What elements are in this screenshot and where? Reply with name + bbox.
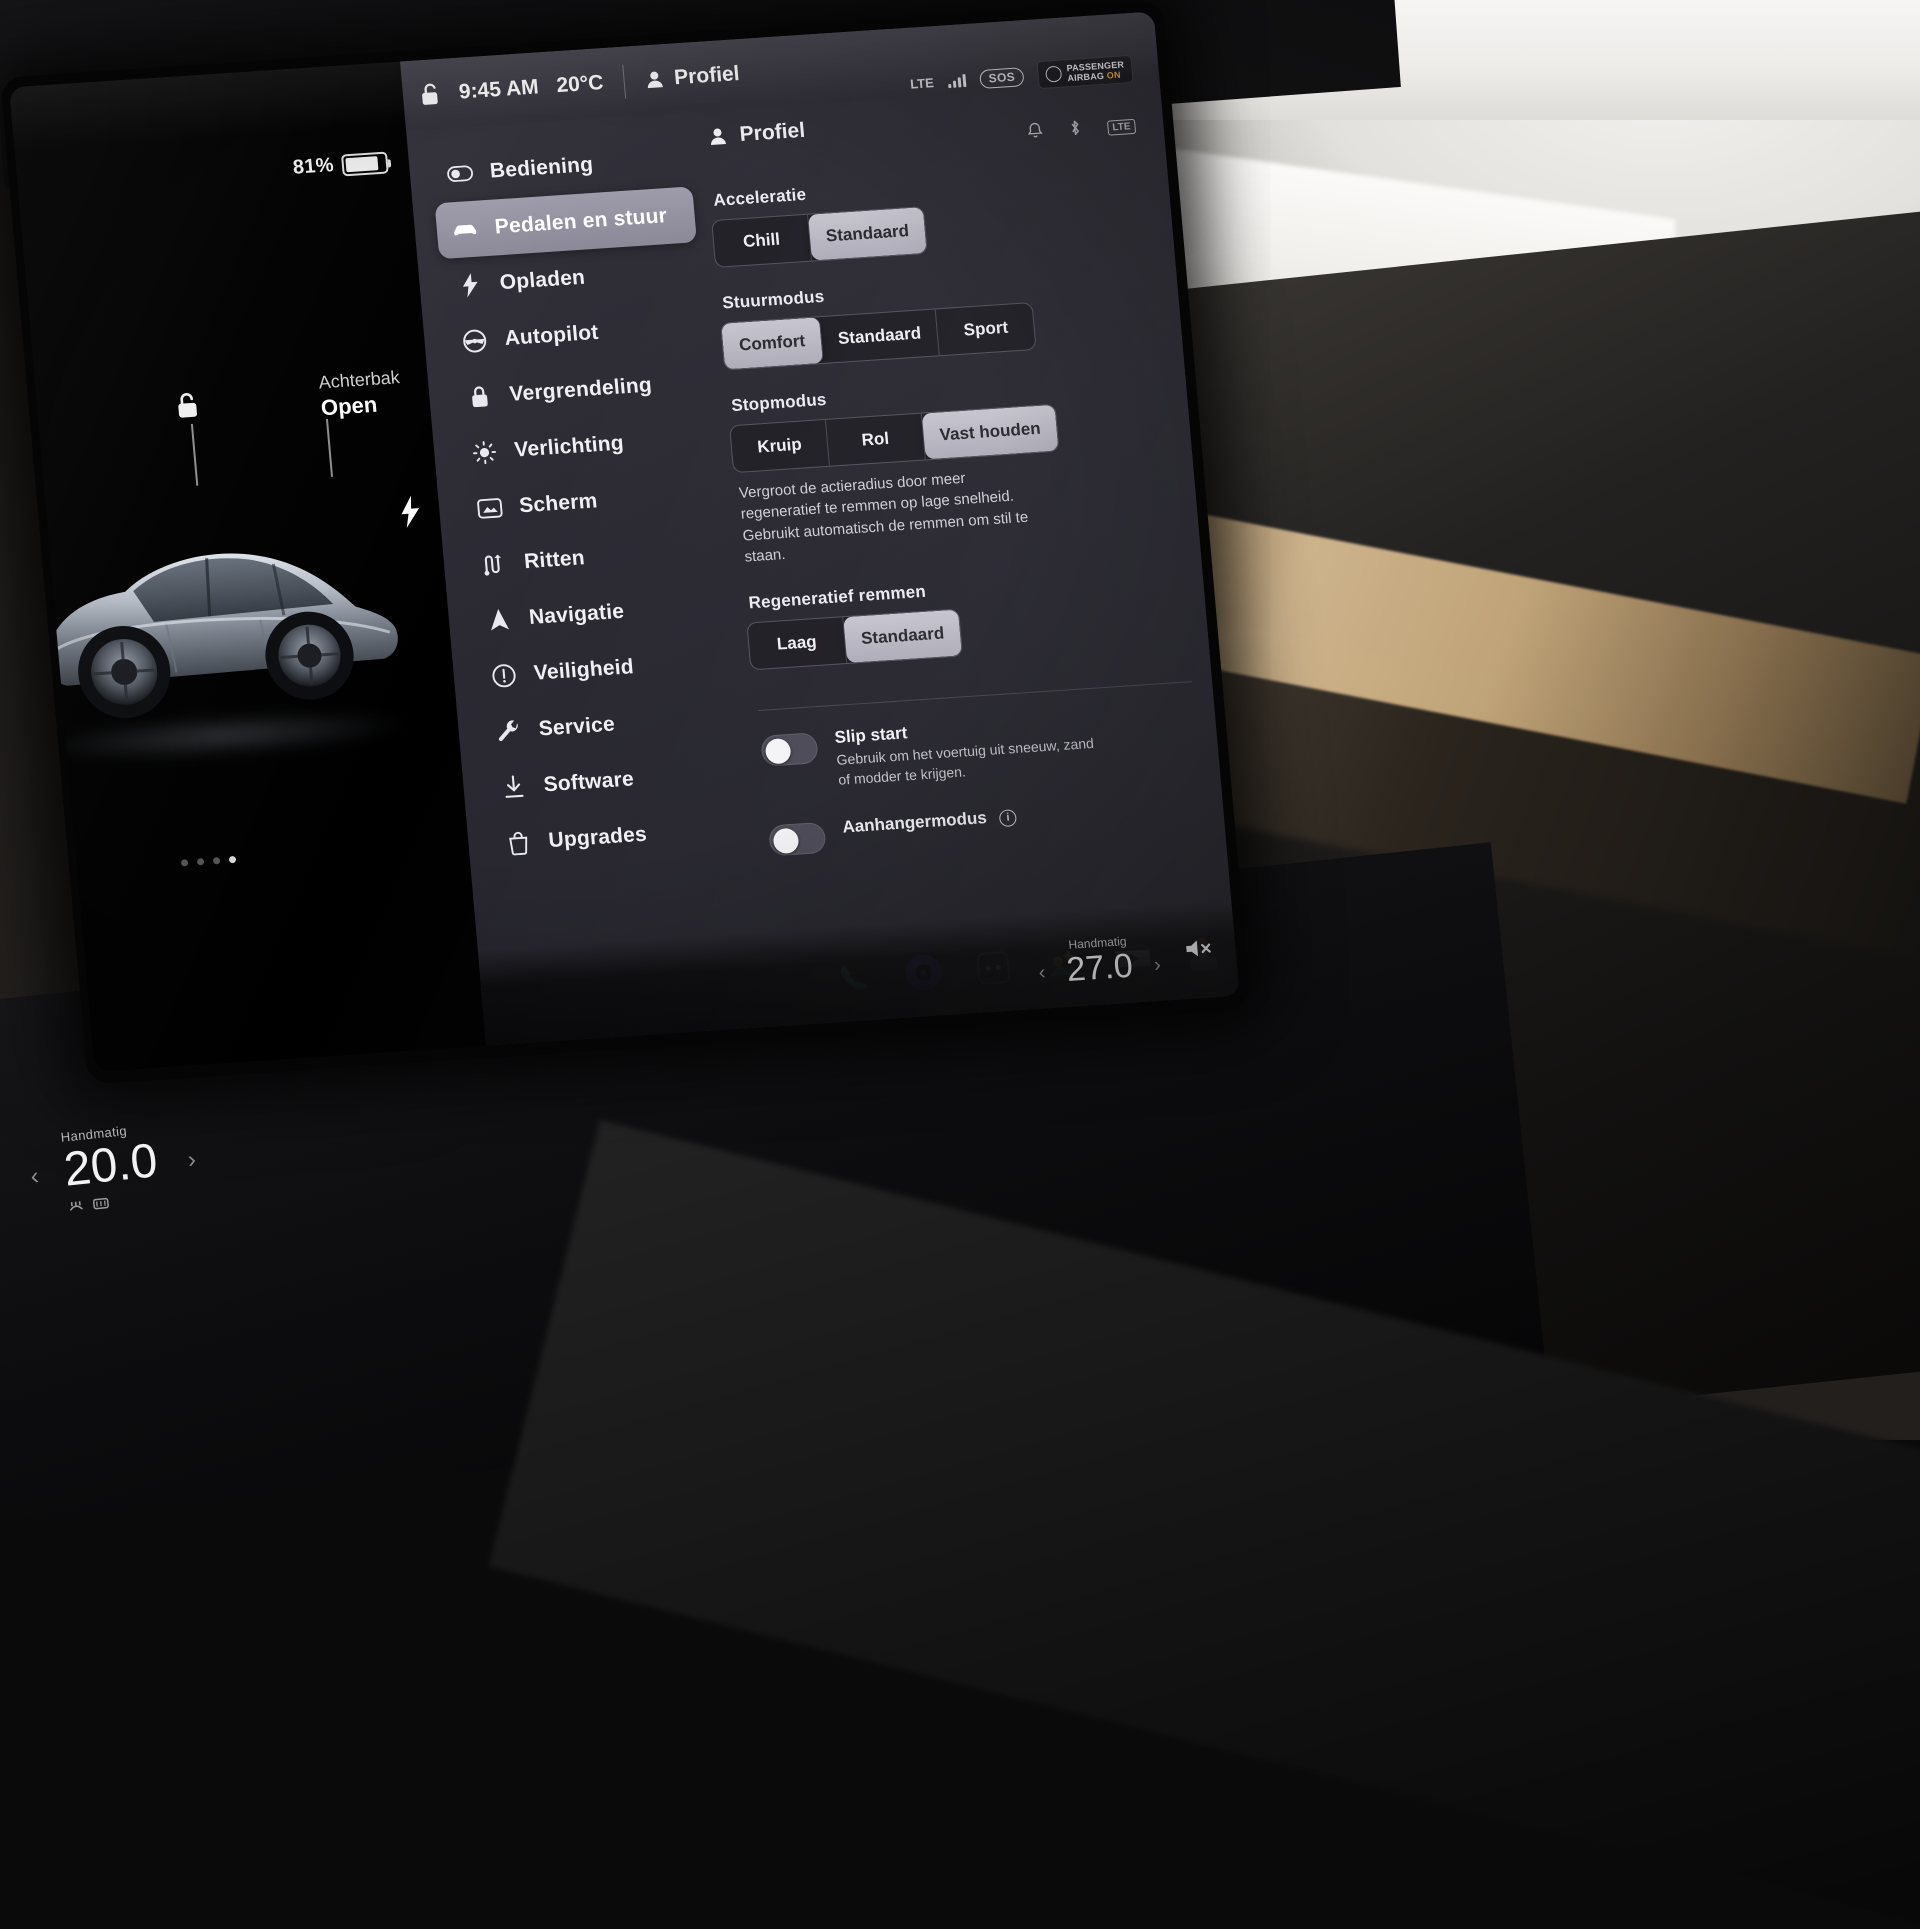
defrost-icon xyxy=(67,1199,84,1214)
person-icon xyxy=(707,126,729,147)
trunk-state: Open xyxy=(320,392,378,422)
tesla-touchscreen[interactable]: 81% Achterbak Open xyxy=(0,1,1251,1084)
segment-standaard[interactable]: Standaard xyxy=(820,309,940,363)
sos-button[interactable]: SOS xyxy=(979,67,1025,89)
climate-left-temperature: 20.0 xyxy=(62,1137,160,1195)
sidebar-label: Navigatie xyxy=(528,600,625,630)
climate-left[interactable]: Handmatig 20.0 ‹ › xyxy=(60,1120,162,1213)
aanhangermodus-label: Aanhangermodus i xyxy=(842,806,1018,837)
sidebar-label: Scherm xyxy=(518,489,598,518)
car-icon xyxy=(450,221,479,239)
battery-percent-label: 81% xyxy=(292,154,335,180)
rear-defrost-icon xyxy=(92,1196,109,1211)
page-dot[interactable] xyxy=(181,859,189,866)
trips-icon xyxy=(479,551,509,577)
section-label-stopmodus: Stopmodus xyxy=(727,367,1171,416)
toggle-knob xyxy=(765,738,792,765)
climate-right-temperature: 27.0 xyxy=(1065,949,1134,987)
stopmodus-description: Vergroot de actieradius door meer regene… xyxy=(738,463,1045,568)
segment-comfort[interactable]: Comfort xyxy=(721,317,824,369)
segment-rol[interactable]: Rol xyxy=(826,414,926,466)
segmented-control-stuurmodus[interactable]: Comfort Standaard Sport xyxy=(720,302,1037,371)
section-label-acceleratie: Acceleratie xyxy=(709,162,1153,211)
airbag-status: ON xyxy=(1106,70,1121,81)
sidebar-label: Autopilot xyxy=(504,321,600,351)
battery-icon xyxy=(341,151,389,176)
status-divider xyxy=(622,65,626,99)
sidebar-label: Veiligheid xyxy=(533,655,635,686)
content-title-label: Profiel xyxy=(739,119,806,147)
steering-wheel-icon xyxy=(460,328,490,354)
sidebar-label: Bediening xyxy=(489,153,594,184)
toggle-knob xyxy=(772,828,799,855)
toggle-row-slip-start[interactable]: Slip start Gebruik om het voertuig uit s… xyxy=(756,704,1204,795)
shopping-bag-icon xyxy=(504,830,534,856)
sidebar-label: Software xyxy=(543,767,635,797)
segment-sport[interactable]: Sport xyxy=(936,303,1036,355)
volume-mute-button[interactable] xyxy=(1182,935,1214,961)
airbag-icon xyxy=(1045,66,1062,83)
sos-label: SOS xyxy=(988,69,1016,85)
connectivity-label: LTE xyxy=(910,75,935,92)
sidebar-label: Pedalen en stuur xyxy=(494,204,668,239)
passenger-airbag-indicator: PASSENGER AIRBAG ON xyxy=(1037,55,1134,89)
signal-strength-icon xyxy=(947,74,966,88)
volume-mute-icon xyxy=(1182,935,1214,961)
profile-button[interactable]: Profiel xyxy=(643,62,740,92)
toggle-row-aanhangermodus[interactable]: Aanhangermodus i xyxy=(764,794,1209,857)
page-indicator-dots[interactable] xyxy=(181,856,237,867)
page-dot[interactable] xyxy=(197,858,205,865)
segment-kruip[interactable]: Kruip xyxy=(730,420,830,472)
segment-standaard[interactable]: Standaard xyxy=(843,610,962,663)
aanhangermodus-toggle[interactable] xyxy=(768,822,827,857)
sidebar-label: Opladen xyxy=(499,266,586,296)
settings-content[interactable]: Profiel Acceleratie Chill Standaard Stuu… xyxy=(703,96,1224,1026)
sidebar-label: Verlichting xyxy=(513,431,624,462)
climate-right[interactable]: Handmatig 27.0 ‹ › xyxy=(1064,934,1134,987)
sidebar-label: Upgrades xyxy=(548,823,648,853)
sidebar-label: Ritten xyxy=(523,546,586,574)
segmented-control-stopmodus[interactable]: Kruip Rol Vast houden xyxy=(729,404,1060,473)
section-label-stuurmodus: Stuurmodus xyxy=(718,264,1162,313)
unlock-icon[interactable] xyxy=(420,82,442,107)
airbag-line2: AIRBAG xyxy=(1067,71,1105,83)
battery-status: 81% xyxy=(292,151,389,180)
clock-label: 9:45 AM xyxy=(458,75,540,104)
segment-laag[interactable]: Laag xyxy=(747,617,847,669)
profile-label: Profiel xyxy=(673,62,740,90)
unlocked-padlock-icon[interactable] xyxy=(174,390,202,420)
segmented-control-acceleratie[interactable]: Chill Standaard xyxy=(711,206,928,268)
info-icon[interactable]: i xyxy=(999,809,1017,827)
settings-sidebar[interactable]: Bediening Pedalen en stuur Opladen xyxy=(430,131,751,873)
brightness-icon xyxy=(469,440,499,466)
person-icon xyxy=(643,69,665,90)
trunk-label: Achterbak xyxy=(318,367,401,393)
bolt-icon xyxy=(455,272,485,298)
segment-standaard[interactable]: Standaard xyxy=(808,207,927,260)
page-dot[interactable] xyxy=(213,857,221,864)
segment-vast-houden[interactable]: Vast houden xyxy=(922,405,1059,460)
slip-start-toggle[interactable] xyxy=(760,732,819,767)
segment-chill[interactable]: Chill xyxy=(712,215,812,267)
screen-surface[interactable]: 81% Achterbak Open xyxy=(9,11,1240,1071)
navigation-arrow-icon xyxy=(484,607,514,633)
outside-temperature: 20°C xyxy=(556,71,605,98)
section-divider xyxy=(758,681,1192,711)
sidebar-label: Service xyxy=(538,713,616,742)
section-label-regeneratief-remmen: Regeneratief remmen xyxy=(744,565,1188,614)
download-icon xyxy=(499,774,529,800)
toggle-switch-icon xyxy=(445,165,474,183)
lock-icon xyxy=(465,384,495,410)
display-icon xyxy=(475,498,505,520)
alert-circle-icon xyxy=(489,663,519,689)
sidebar-label: Vergrendeling xyxy=(509,373,653,406)
segmented-control-regeneratief-remmen[interactable]: Laag Standaard xyxy=(746,609,963,671)
settings-panel[interactable]: 9:45 AM 20°C Profiel LTE SOS xyxy=(400,11,1240,1045)
page-dot-active[interactable] xyxy=(229,856,237,863)
wrench-icon xyxy=(494,719,524,745)
